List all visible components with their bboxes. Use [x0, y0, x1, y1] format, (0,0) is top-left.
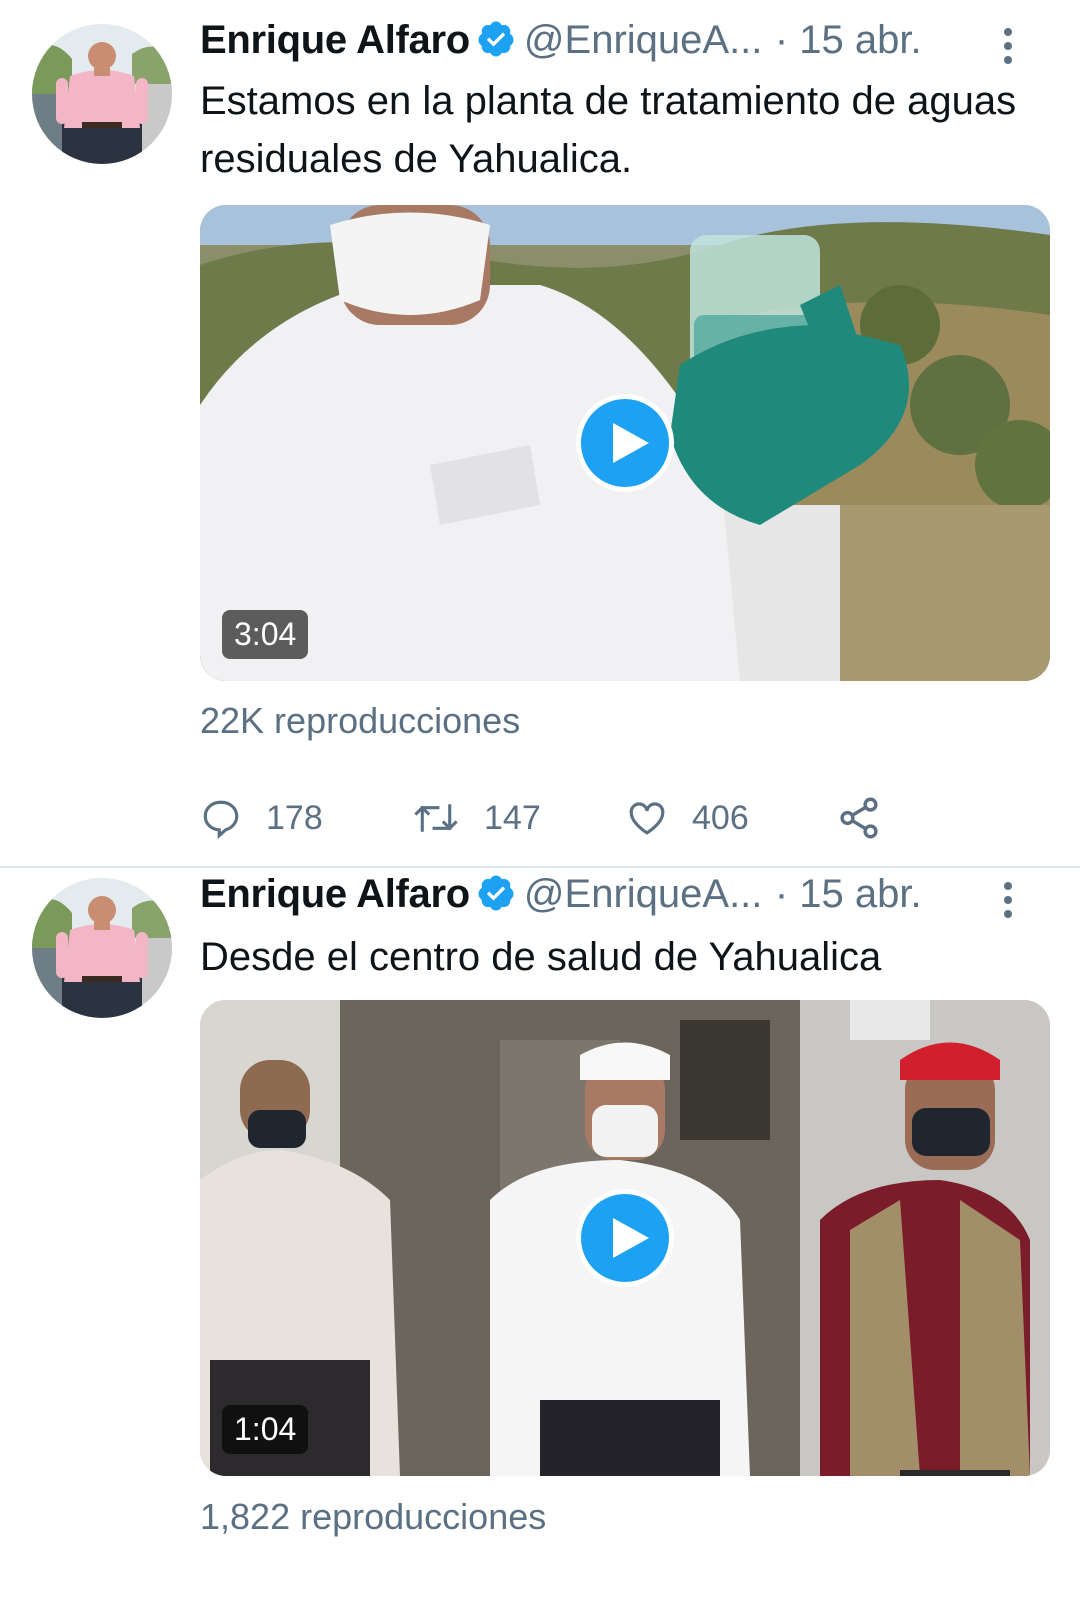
tweet[interactable]: Enrique Alfaro @EnriqueA... · 15 abr. Es… [0, 0, 1080, 866]
tweet-date[interactable]: · 15 abr. [775, 18, 922, 62]
video-duration: 1:04 [222, 1405, 309, 1454]
avatar[interactable] [32, 878, 172, 1018]
avatar[interactable] [32, 24, 172, 164]
play-button[interactable] [576, 394, 674, 492]
more-vertical-icon[interactable] [996, 24, 1020, 68]
tweet-text: Desde el centro de salud de Yahualica [200, 935, 882, 979]
retweet-button[interactable]: 147 [412, 790, 541, 846]
author-handle[interactable]: @EnriqueA... [524, 18, 763, 62]
play-icon [613, 423, 649, 463]
more-vertical-icon[interactable] [996, 878, 1020, 922]
like-button[interactable]: 406 [626, 790, 749, 846]
play-icon [613, 1218, 649, 1258]
tweet-date[interactable]: · 15 abr. [775, 872, 922, 916]
reply-count: 178 [266, 798, 323, 837]
tweet[interactable]: Enrique Alfaro @EnriqueA... · 15 abr. De… [0, 866, 1080, 1604]
view-count[interactable]: 22K reproducciones [200, 700, 520, 742]
author-name[interactable]: Enrique Alfaro [200, 18, 470, 62]
share-icon [840, 797, 878, 839]
share-button[interactable] [836, 790, 906, 846]
tweet-text: Estamos en la planta de tratamiento de a… [200, 79, 1017, 181]
play-button[interactable] [576, 1189, 674, 1287]
tweet-header: Enrique Alfaro @EnriqueA... · 15 abr. [200, 18, 1060, 78]
retweet-icon [414, 804, 458, 832]
like-icon [629, 802, 665, 835]
video-player[interactable]: 1:04 [200, 1000, 1050, 1476]
verified-badge-icon [476, 873, 516, 913]
like-count: 406 [692, 798, 749, 837]
retweet-count: 147 [484, 798, 541, 837]
verified-badge-icon [476, 19, 516, 59]
video-duration: 3:04 [222, 610, 309, 659]
video-player[interactable]: 3:04 [200, 205, 1050, 681]
tweet-actions: 178 147 406 [200, 790, 900, 846]
reply-button[interactable]: 178 [200, 790, 323, 846]
view-count[interactable]: 1,822 reproducciones [200, 1496, 546, 1538]
reply-icon [203, 800, 239, 839]
author-name[interactable]: Enrique Alfaro [200, 872, 470, 916]
tweet-header: Enrique Alfaro @EnriqueA... · 15 abr. [200, 872, 1060, 932]
author-handle[interactable]: @EnriqueA... [524, 872, 763, 916]
